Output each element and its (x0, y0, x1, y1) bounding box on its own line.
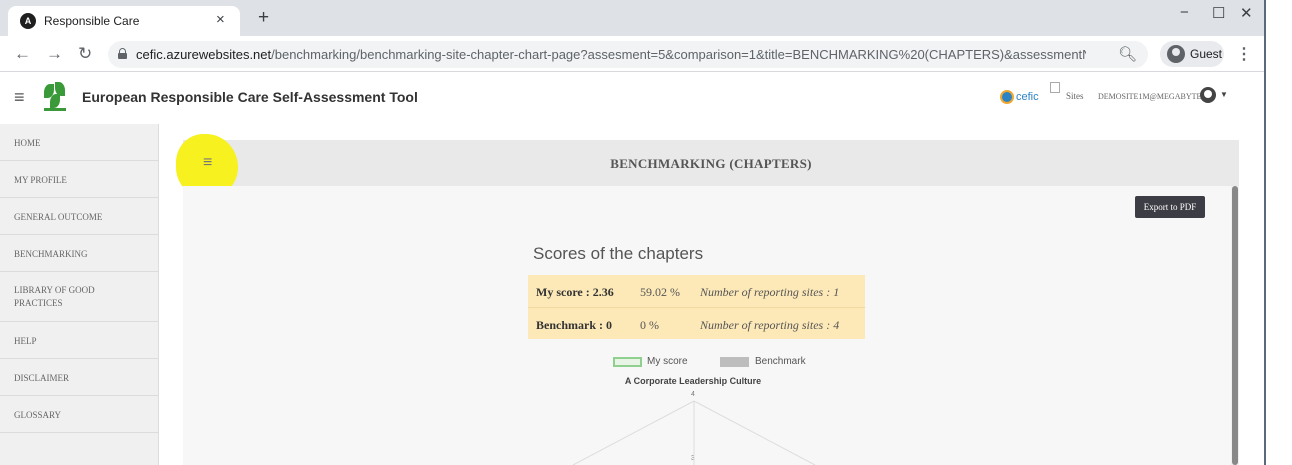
menu-dots-icon[interactable]: ⋮ (1236, 44, 1252, 64)
benchmark-pct: 0 % (640, 318, 659, 332)
tab-title: Responsible Care (44, 14, 140, 28)
guest-profile-button[interactable]: Guest (1160, 41, 1224, 67)
radar-grid (572, 400, 816, 465)
radar-grid-line-left (572, 400, 695, 465)
my-score-label: My score : 2.36 (536, 285, 614, 299)
forward-icon[interactable]: → (46, 44, 63, 64)
sites-link[interactable]: Sites (1066, 91, 1084, 101)
url-path: /benchmarking/benchmarking-site-chapter-… (271, 47, 1086, 62)
panel-header: BENCHMARKING (CHAPTERS) (183, 140, 1239, 186)
legend-label-my-score[interactable]: My score (647, 356, 688, 367)
legend-swatch-benchmark[interactable] (720, 357, 749, 367)
reload-icon[interactable]: ↻ (78, 44, 92, 64)
benchmark-label: Benchmark : 0 (536, 318, 612, 332)
url-host: cefic.azurewebsites.net (136, 47, 272, 62)
export-pdf-button[interactable]: Export to PDF (1135, 196, 1205, 218)
cefic-logo: cefic (1000, 90, 1039, 104)
back-icon[interactable]: ← (14, 44, 31, 64)
panel-body: Export to PDF Scores of the chapters My … (183, 186, 1239, 465)
angular-favicon-icon: A (20, 13, 36, 29)
user-email: DEMOSITE1M@MEGABYTE.BE (1098, 92, 1214, 101)
page-title: BENCHMARKING (CHAPTERS) (610, 156, 812, 171)
my-score-row: My score : 2.36 59.02 % Number of report… (528, 275, 865, 307)
benchmark-sites: Number of reporting sites : 4 (700, 318, 840, 332)
right-gutter (1264, 0, 1292, 465)
cefic-label: cefic (1016, 90, 1039, 103)
guest-icon (1167, 45, 1185, 63)
my-score-pct: 59.02 % (640, 285, 680, 299)
responsible-care-logo[interactable] (42, 82, 68, 112)
legend-swatch-my-score[interactable] (613, 357, 642, 367)
benchmark-row: Benchmark : 0 0 % Number of reporting si… (528, 307, 865, 339)
guest-label: Guest (1190, 47, 1223, 61)
sidebar: HOME MY PROFILE GENERAL OUTCOME BENCHMAR… (0, 124, 159, 465)
scrollbar[interactable] (1231, 186, 1239, 465)
app-header: ≡ European Responsible Care Self-Assessm… (0, 72, 1264, 124)
app-title: European Responsible Care Self-Assessmen… (82, 89, 418, 105)
zoom-icon[interactable]: 🔍︎ (1118, 45, 1137, 63)
tab-strip: A Responsible Care × + − ☐ ✕ (0, 0, 1264, 36)
scores-title: Scores of the chapters (533, 244, 704, 263)
scrollbar-thumb[interactable] (1232, 186, 1238, 465)
lock-icon[interactable] (118, 48, 127, 59)
browser-toolbar: ← → ↻ cefic.azurewebsites.net/benchmarki… (0, 36, 1264, 72)
browser-tab[interactable]: A Responsible Care × (8, 6, 240, 36)
sidebar-item-my-profile[interactable]: MY PROFILE (0, 161, 159, 198)
panel-menu-icon[interactable]: ≡ (203, 154, 212, 172)
cefic-flower-icon (1000, 90, 1014, 104)
sidebar-item-library[interactable]: LIBRARY OF GOOD PRACTICES (0, 272, 159, 322)
browser-window: A Responsible Care × + − ☐ ✕ ← → ↻ cefic… (0, 0, 1264, 465)
user-account-icon[interactable] (1200, 87, 1216, 103)
new-tab-icon[interactable]: + (258, 7, 269, 29)
sidebar-item-disclaimer[interactable]: DISCLAIMER (0, 359, 159, 396)
maximize-icon[interactable]: ☐ (1212, 4, 1225, 22)
hamburger-icon[interactable]: ≡ (14, 87, 25, 108)
chevron-down-icon[interactable]: ▼ (1220, 90, 1228, 99)
tab-close-icon[interactable]: × (216, 11, 225, 28)
score-summary-table: My score : 2.36 59.02 % Number of report… (528, 275, 865, 339)
radar-chart: A Corporate Leadership Culture 4 3 (483, 371, 903, 465)
minimize-icon[interactable]: − (1180, 4, 1189, 21)
main-content: BENCHMARKING (CHAPTERS) ≡ Export to PDF … (159, 124, 1264, 465)
url-text: cefic.azurewebsites.net/benchmarking/ben… (136, 47, 1086, 62)
legend-label-benchmark[interactable]: Benchmark (755, 356, 806, 367)
sidebar-item-home[interactable]: HOME (0, 124, 159, 161)
address-bar[interactable]: cefic.azurewebsites.net/benchmarking/ben… (108, 41, 1148, 68)
radar-grid-line-right (693, 400, 816, 465)
broken-image-icon (1050, 82, 1060, 93)
sidebar-item-general-outcome[interactable]: GENERAL OUTCOME (0, 198, 159, 235)
close-window-icon[interactable]: ✕ (1240, 4, 1253, 22)
sidebar-item-help[interactable]: HELP (0, 322, 159, 359)
sidebar-item-benchmarking[interactable]: BENCHMARKING (0, 235, 159, 272)
my-score-sites: Number of reporting sites : 1 (700, 285, 840, 299)
sidebar-item-glossary[interactable]: GLOSSARY (0, 396, 159, 433)
